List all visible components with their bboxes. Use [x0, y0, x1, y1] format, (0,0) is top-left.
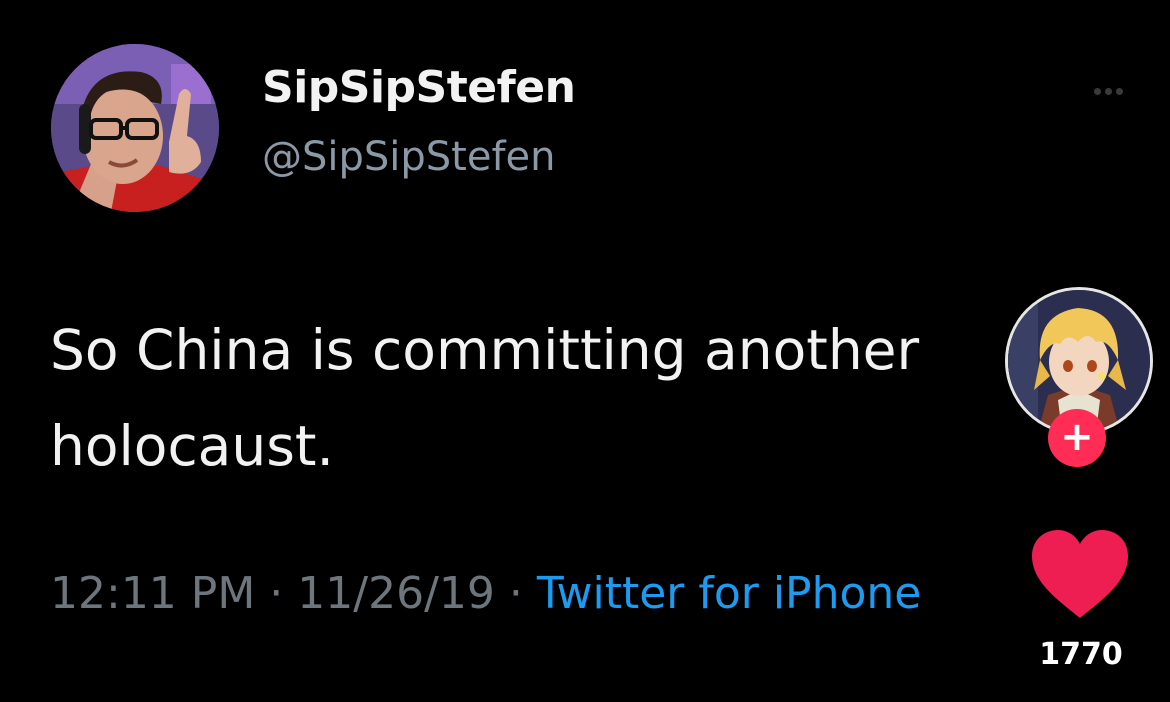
author-handle[interactable]: @SipSipStefen: [262, 134, 556, 180]
tweet-metadata: 12:11 PM · 11/26/19 · Twitter for iPhone: [50, 568, 921, 619]
tweet-date[interactable]: 11/26/19: [297, 568, 495, 619]
meta-separator: ·: [269, 568, 298, 619]
author-avatar-image: [51, 44, 219, 212]
author-avatar[interactable]: [51, 44, 219, 212]
heart-icon[interactable]: [1028, 526, 1132, 622]
tweet-text: So China is committing another holocaust…: [50, 318, 937, 478]
plus-icon: +: [1060, 414, 1094, 460]
meta-separator: ·: [508, 568, 537, 619]
like-count: 1770: [1039, 637, 1123, 672]
follow-plus-button[interactable]: +: [1048, 409, 1106, 467]
tweet-time[interactable]: 12:11 PM: [50, 568, 255, 619]
tweet-source-link[interactable]: Twitter for iPhone: [537, 568, 921, 619]
author-display-name[interactable]: SipSipStefen: [262, 62, 576, 113]
more-horizontal-icon[interactable]: [1094, 80, 1134, 96]
